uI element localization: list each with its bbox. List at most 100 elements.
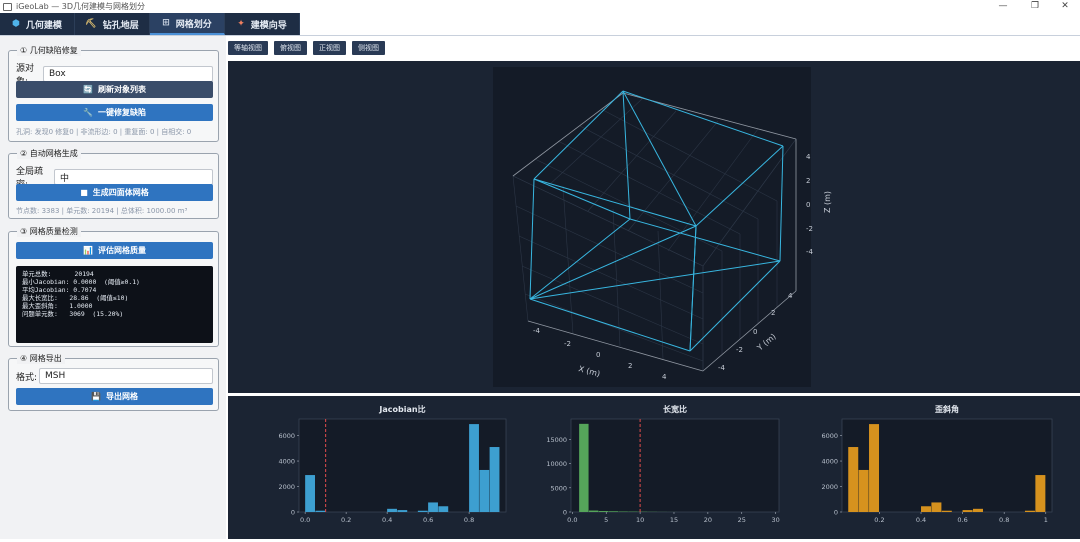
chart-icon: 📊: [83, 246, 93, 255]
tab-borehole[interactable]: ⛏ 钻孔地层: [75, 13, 150, 35]
x-tick-label: 0.8: [464, 516, 474, 524]
y-tick-label: 10000: [546, 460, 567, 468]
histogram-title: 长宽比: [663, 404, 687, 414]
x-tick-label: 0.0: [300, 516, 310, 524]
3d-viewport[interactable]: -4 -2 0 2 4 X (m) -4 -2 0 2 4 Y (m) -4 -…: [228, 61, 1080, 393]
side-view-button[interactable]: 侧视图: [352, 41, 385, 55]
z-axis-label: Z (m): [823, 191, 832, 213]
format-label: 格式:: [16, 370, 39, 383]
main-tabbar: ⬢ 几何建模 ⛏ 钻孔地层 ⊞ 网格划分 ✦ 建模向导: [0, 13, 300, 35]
wand-icon: ✦: [237, 19, 245, 29]
y-tick-label: 6000: [821, 432, 838, 440]
top-view-button[interactable]: 俯视图: [274, 41, 307, 55]
tab-label: 钻孔地层: [103, 18, 139, 31]
refresh-objects-button[interactable]: 🔄 刷新对象列表: [16, 81, 213, 98]
group-title: ③ 网格质量检测: [17, 226, 81, 237]
tab-label: 几何建模: [26, 18, 62, 31]
source-select[interactable]: Box: [43, 66, 213, 82]
x-tick-label: 0.4: [916, 516, 926, 524]
format-select[interactable]: MSH: [39, 368, 213, 384]
y-tick-label: 0: [834, 509, 838, 517]
evaluate-quality-button[interactable]: 📊 评估网格质量: [16, 242, 213, 259]
histogram-bar: [438, 506, 448, 512]
histogram-bar: [305, 475, 315, 512]
histogram-bar: [869, 424, 879, 512]
view-toolbar: 等轴视图 俯视图 正视图 侧视图: [228, 41, 385, 55]
histogram-bar: [859, 470, 869, 512]
histogram-bar: [1025, 511, 1035, 512]
front-view-button[interactable]: 正视图: [313, 41, 346, 55]
histogram-bar: [609, 511, 618, 512]
x-tick-label: 4: [662, 373, 667, 381]
3d-plot: -4 -2 0 2 4 X (m) -4 -2 0 2 4 Y (m) -4 -…: [228, 61, 1080, 393]
histogram-bar: [942, 511, 952, 512]
y-tick-label: -4: [718, 364, 726, 372]
group-title: ② 自动网格生成: [17, 148, 81, 159]
histogram-bar: [428, 502, 438, 512]
maximize-button[interactable]: ❐: [1020, 0, 1050, 13]
repair-stats: 孔洞: 发现0 修复0 | 非流形边: 0 | 重复面: 0 | 自相交: 0: [16, 127, 191, 137]
mesh-gen-group: ② 自动网格生成 全局疏密: 中 ■ 生成四面体网格 节点数: 3383 | 单…: [8, 153, 219, 219]
mesh-stats: 节点数: 3383 | 单元数: 20194 | 总体积: 1000.00 m³: [16, 206, 187, 216]
export-group: ④ 网格导出 格式: MSH 💾 导出网格: [8, 358, 219, 411]
x-tick-label: 0: [596, 351, 600, 359]
y-tick-label: 2000: [821, 483, 838, 491]
z-tick-label: 0: [806, 201, 810, 209]
fix-defects-button[interactable]: 🔧 一键修复缺陷: [16, 104, 213, 121]
y-tick-label: 4000: [821, 458, 838, 466]
x-tick-label: 0.6: [957, 516, 967, 524]
y-tick-label: 4000: [278, 458, 295, 466]
left-control-panel: ① 几何缺陷修复 源对象: Box 🔄 刷新对象列表 🔧 一键修复缺陷 孔洞: …: [0, 36, 226, 539]
x-tick-label: 0.8: [999, 516, 1009, 524]
tab-wizard[interactable]: ✦ 建模向导: [225, 13, 300, 35]
export-mesh-button[interactable]: 💾 导出网格: [16, 388, 213, 405]
button-label: 生成四面体网格: [93, 187, 149, 198]
report-line: 问题单元数: 3069 (15.20%): [22, 310, 207, 318]
report-line: 最小Jacobian: 0.0000 (阈值≥0.1): [22, 278, 207, 286]
group-title: ④ 网格导出: [17, 353, 65, 364]
button-label: 一键修复缺陷: [98, 107, 146, 118]
histogram-bar: [963, 510, 973, 512]
isometric-view-button[interactable]: 等轴视图: [228, 41, 268, 55]
density-select[interactable]: 中: [54, 169, 213, 185]
z-tick-label: -2: [806, 225, 813, 233]
quality-histogram-panel: Jacobian比0.00.20.40.60.80200040006000长宽比…: [228, 396, 1080, 539]
x-tick-label: 25: [738, 516, 746, 524]
save-icon: 💾: [91, 392, 101, 401]
y-tick-label: 4: [788, 292, 793, 300]
close-button[interactable]: ✕: [1050, 0, 1080, 13]
histogram-bar: [418, 511, 428, 512]
y-tick-label: 2000: [278, 483, 295, 491]
refresh-icon: 🔄: [83, 85, 93, 94]
histogram-bar: [921, 506, 931, 512]
histogram-bar: [589, 511, 598, 512]
y-tick-label: 2: [771, 309, 775, 317]
tab-mesh[interactable]: ⊞ 网格划分: [150, 13, 225, 35]
x-tick-label: 2: [628, 362, 632, 370]
y-tick-label: 6000: [278, 432, 295, 440]
histogram-bar: [973, 509, 983, 512]
x-tick-label: 1: [1044, 516, 1048, 524]
window-titlebar: iGeoLab — 3D几何建模与网格划分 — ❐ ✕: [0, 0, 1080, 13]
tab-label: 网格划分: [176, 17, 212, 30]
quality-report: 单元总数: 20194最小Jacobian: 0.0000 (阈值≥0.1)平均…: [16, 266, 213, 343]
generate-mesh-button[interactable]: ■ 生成四面体网格: [16, 184, 213, 201]
window-title: iGeoLab — 3D几何建模与网格划分: [16, 1, 145, 12]
minimize-button[interactable]: —: [988, 0, 1018, 13]
histogram-bar: [848, 447, 858, 512]
histogram-title: Jacobian比: [378, 404, 425, 414]
quality-group: ③ 网格质量检测 📊 评估网格质量 单元总数: 20194最小Jacobian:…: [8, 231, 219, 347]
y-tick-label: 15000: [546, 436, 567, 444]
histogram-plot-area: [571, 419, 779, 512]
x-tick-label: 10: [636, 516, 644, 524]
cube-icon: ⬢: [12, 19, 20, 29]
tab-geometry[interactable]: ⬢ 几何建模: [0, 13, 75, 35]
app-icon: [3, 3, 12, 11]
x-tick-label: 0.0: [567, 516, 577, 524]
histogram-bar: [599, 511, 608, 512]
x-tick-label: 0.4: [382, 516, 392, 524]
histogram-bar: [387, 509, 397, 512]
histogram-bar: [479, 470, 489, 512]
histogram-bar: [579, 424, 588, 512]
mesh-icon: ⊞: [162, 18, 170, 28]
